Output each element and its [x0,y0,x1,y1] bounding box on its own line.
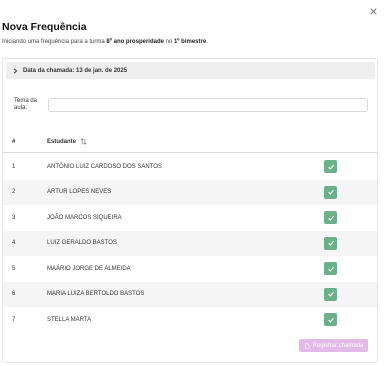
presence-checkbox[interactable] [324,211,337,225]
presence-checkbox[interactable] [324,287,337,301]
table-row: 5 MAÁRIO JORGE DE ALMEIDA [3,256,377,282]
student-name: JOÃO MARCOS SIQUEIRA [47,214,122,221]
row-number: 4 [12,240,16,247]
dialog-title: Nova Frequência [2,21,87,33]
subtitle-suffix: . [206,39,208,45]
class-name: 8º ano prosperidade [106,39,164,45]
date-accordion-label: Data da chamada: 13 de jan. de 2025 [23,67,128,74]
checkmark-icon [327,266,334,272]
chevron-right-icon [13,67,19,74]
document-icon [304,342,310,349]
date-accordion[interactable]: Data da chamada: 13 de jan. de 2025 [6,62,375,79]
topic-input[interactable] [48,98,368,112]
presence-checkbox[interactable] [324,185,337,199]
checkmark-icon [327,241,334,246]
register-attendance-label: Registrar chamada [312,342,364,349]
table-row: 1 ANTÔNIO LUIZ CARDOSO DOS SANTOS [3,154,377,180]
header-number: # [12,138,16,145]
topic-label: Tema da aula: [14,98,38,111]
checkmark-icon [327,190,334,195]
presence-checkbox[interactable] [324,262,337,276]
table-row: 6 MARIA LUIZA BERTOLDO BASTOS [3,281,377,307]
row-number: 2 [12,189,16,196]
student-name: MAÁRIO JORGE DE ALMEIDA [47,265,131,272]
row-number: 3 [12,214,16,221]
row-number: 7 [12,316,16,323]
header-student-label: Estudante [47,138,77,145]
close-button[interactable] [367,5,379,17]
student-name: LUIZ GERALDO BASTOS [47,240,117,247]
student-name: ANTÔNIO LUIZ CARDOSO DOS SANTOS [47,163,162,170]
register-attendance-button[interactable]: Registrar chamada [299,339,368,352]
presence-checkbox[interactable] [324,313,337,327]
presence-checkbox[interactable] [324,236,337,250]
checkmark-icon [327,215,334,221]
sort-arrows-icon[interactable] [80,138,87,145]
subtitle-mid: no [163,39,174,45]
presence-checkbox[interactable] [324,160,337,174]
row-number: 6 [12,291,16,298]
table-header: # Estudante [3,131,377,153]
row-number: 1 [12,163,16,170]
table-row: 7 STELLA MARTA [3,307,377,333]
subtitle-prefix: Iniciando uma frequência para a turma [2,39,107,45]
student-rows: 1 ANTÔNIO LUIZ CARDOSO DOS SANTOS 2 ARTU… [3,154,377,333]
checkmark-icon [327,317,334,323]
table-row: 2 ARTUR LOPES NEVES [3,179,377,205]
close-icon[interactable] [369,7,377,15]
table-row: 4 LUIZ GERALDO BASTOS [3,230,377,256]
term-name: 1º bimestre [173,39,207,45]
student-name: ARTUR LOPES NEVES [47,189,112,196]
dialog-subtitle: Iniciando uma frequência para a turma 8º… [2,39,208,45]
header-student[interactable]: Estudante [47,138,87,145]
student-name: MARIA LUIZA BERTOLDO BASTOS [47,291,145,298]
checkmark-icon [327,292,334,297]
student-name: STELLA MARTA [47,316,92,323]
attendance-panel: Data da chamada: 13 de jan. de 2025 Tema… [2,58,378,363]
checkmark-icon [327,164,334,170]
row-number: 5 [12,265,16,272]
table-row: 3 JOÃO MARCOS SIQUEIRA [3,205,377,231]
